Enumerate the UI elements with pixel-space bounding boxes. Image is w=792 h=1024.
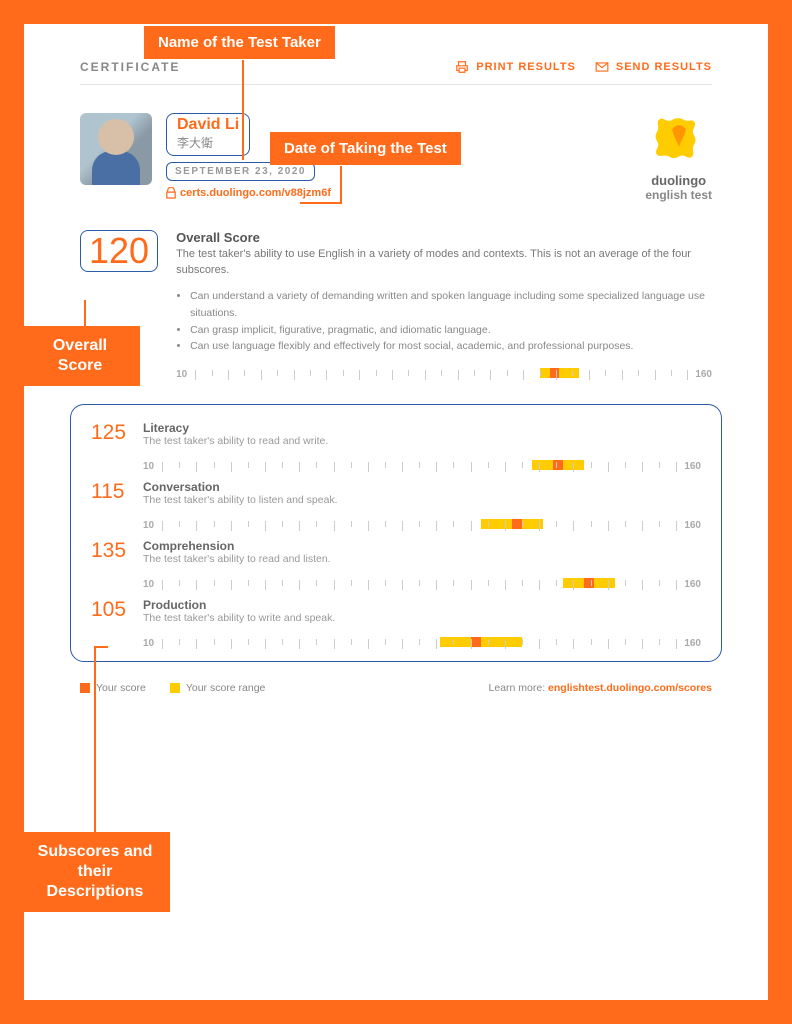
learn-more: Learn more: englishtest.duolingo.com/sco… [489, 682, 712, 694]
header-actions: PRINT RESULTS SEND RESULTS [454, 60, 712, 74]
connector [94, 646, 108, 648]
scale-ticks [195, 370, 687, 380]
print-button[interactable]: PRINT RESULTS [454, 60, 576, 74]
subscore-value: 135 [91, 539, 135, 563]
callout-date: Date of Taking the Test [270, 132, 461, 165]
bullet: Can grasp implicit, figurative, pragmati… [190, 322, 712, 339]
connector [84, 300, 86, 328]
subscore-value: 125 [91, 421, 135, 445]
subscore-title: Production [143, 598, 701, 612]
legend-swatch-score [80, 683, 90, 693]
connector [242, 60, 244, 160]
subscore-title: Literacy [143, 421, 701, 435]
bullet: Can use language flexibly and effectivel… [190, 338, 712, 355]
overall-scale: 10 160 [176, 369, 712, 380]
bullet: Can understand a variety of demanding wr… [190, 288, 712, 322]
send-button[interactable]: SEND RESULTS [594, 60, 712, 74]
page-title: CERTIFICATE [80, 60, 180, 74]
scale-ticks [162, 521, 676, 531]
legend-swatch-range [170, 683, 180, 693]
scale-ticks [162, 639, 676, 649]
legend-label: Your score [96, 682, 146, 694]
header: CERTIFICATE PRINT RESULTS SEND RESULTS [80, 60, 712, 85]
subscore-scale: 10 160 [143, 638, 701, 649]
overall-bullets: Can understand a variety of demanding wr… [176, 288, 712, 355]
callout-overall: Overall Score [20, 326, 140, 386]
subscore-desc: Production The test taker's ability to w… [143, 598, 701, 649]
brand-sub: english test [645, 188, 712, 202]
overall-score: 120 [80, 230, 158, 272]
subscore-row: 125 Literacy The test taker's ability to… [91, 421, 701, 472]
subscore-title: Conversation [143, 480, 701, 494]
subscore-row: 105 Production The test taker's ability … [91, 598, 701, 649]
subscore-text: The test taker's ability to read and lis… [143, 553, 701, 565]
connector [300, 202, 342, 204]
learn-more-link[interactable]: englishtest.duolingo.com/scores [548, 682, 712, 694]
subscore-text: The test taker's ability to write and sp… [143, 612, 701, 624]
subscores-section: 125 Literacy The test taker's ability to… [70, 404, 722, 662]
subscore-row: 135 Comprehension The test taker's abili… [91, 539, 701, 590]
brand-logo: duolingo english test [645, 113, 712, 202]
test-taker-name: David Li [177, 116, 239, 134]
subscore-value: 105 [91, 598, 135, 622]
callout-name: Name of the Test Taker [144, 26, 335, 59]
subscore-text: The test taker's ability to listen and s… [143, 494, 701, 506]
duolingo-icon [653, 113, 705, 165]
subscore-scale: 10 160 [143, 579, 701, 590]
overall-subtitle: The test taker's ability to use English … [176, 247, 712, 278]
subscore-value: 115 [91, 480, 135, 504]
scale-ticks [162, 580, 676, 590]
overall-title: Overall Score [176, 230, 712, 245]
legend-label: Your score range [186, 682, 266, 694]
legend: Your score Your score range Learn more: … [80, 682, 712, 694]
connector [340, 166, 342, 204]
printer-icon [454, 60, 470, 74]
subscore-row: 115 Conversation The test taker's abilit… [91, 480, 701, 531]
subscore-desc: Literacy The test taker's ability to rea… [143, 421, 701, 472]
name-highlight: David Li 李大衛 [166, 113, 250, 156]
brand-name: duolingo [645, 174, 712, 188]
scale-ticks [162, 462, 676, 472]
subscore-desc: Comprehension The test taker's ability t… [143, 539, 701, 590]
cert-url-link[interactable]: certs.duolingo.com/v88jzm6f [166, 187, 331, 199]
avatar [80, 113, 152, 185]
lock-icon [166, 187, 176, 199]
subscore-scale: 10 160 [143, 520, 701, 531]
subscore-title: Comprehension [143, 539, 701, 553]
callout-subscores: Subscores and their Descriptions [20, 832, 170, 912]
subscore-scale: 10 160 [143, 461, 701, 472]
subscore-desc: Conversation The test taker's ability to… [143, 480, 701, 531]
certificate-page: Name of the Test Taker Date of Taking th… [24, 24, 768, 1000]
mail-icon [594, 60, 610, 74]
test-taker-native-name: 李大衛 [177, 134, 239, 151]
overall-desc: Overall Score The test taker's ability t… [176, 230, 712, 380]
subscore-text: The test taker's ability to read and wri… [143, 435, 701, 447]
connector [94, 646, 96, 834]
overall-section: 120 Overall Score The test taker's abili… [80, 230, 712, 380]
